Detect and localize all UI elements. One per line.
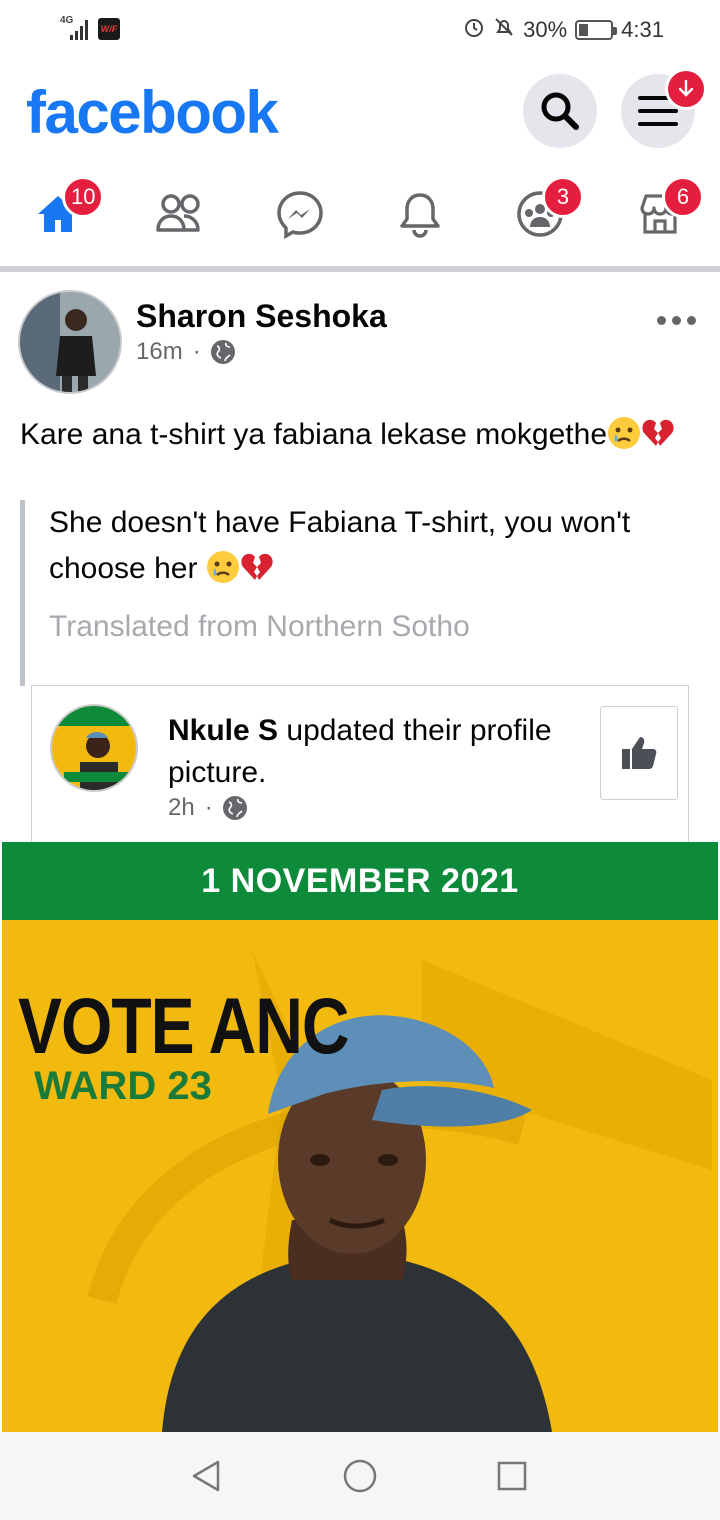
post-time[interactable]: 16m [136, 338, 183, 366]
recents-icon[interactable] [492, 1456, 532, 1496]
divider [0, 266, 720, 272]
crying-face-emoji [608, 417, 641, 449]
clock: 4:31 [621, 17, 664, 42]
tab-friends[interactable] [150, 184, 210, 244]
status-bar: 4G W/F 30% 4:31 [0, 0, 720, 60]
shared-author-name[interactable]: Nkule S [168, 714, 278, 747]
author-avatar[interactable] [18, 290, 122, 394]
poster-ward: WARD 23 [34, 1064, 212, 1108]
download-arrow-icon [678, 79, 694, 97]
home-circle-icon[interactable] [340, 1456, 380, 1496]
marketplace-badge: 6 [662, 176, 704, 218]
shared-post-time[interactable]: 2h [168, 794, 195, 822]
globe-icon [210, 340, 235, 364]
shared-post-meta: 2h · [168, 794, 247, 822]
translation-text: She doesn't have Fabiana T-shirt, you wo… [49, 500, 710, 592]
update-badge [665, 68, 707, 110]
like-button[interactable] [600, 706, 678, 800]
home-badge: 10 [62, 176, 105, 218]
post-body: Kare ana t-shirt ya fabiana lekase mokge… [20, 418, 608, 451]
shared-post-card[interactable]: Nkule S updated their profile picture. 2… [31, 685, 689, 845]
dot-separator: · [192, 338, 201, 365]
search-icon [541, 92, 579, 130]
tab-notifications[interactable] [390, 184, 450, 244]
system-navigation-bar [0, 1432, 720, 1520]
post-author-name[interactable]: Sharon Seshoka [136, 298, 387, 335]
crying-face-emoji [206, 551, 239, 583]
app-header: facebook [0, 68, 720, 160]
more-options-icon[interactable] [657, 316, 696, 325]
globe-icon [222, 796, 247, 820]
tab-bar: 10 3 6 [0, 174, 720, 264]
battery-percent: 30% [523, 17, 568, 42]
facebook-logo[interactable]: facebook [26, 78, 279, 147]
tab-marketplace[interactable]: 6 [630, 176, 704, 244]
shared-author-avatar[interactable] [50, 704, 138, 792]
post-image[interactable]: 1 NOVEMBER 2021 VOTE ANC WARD 23 [2, 842, 718, 1432]
friends-icon [156, 194, 200, 232]
translation-note[interactable]: Translated from Northern Sotho [49, 610, 710, 644]
post-meta: 16m · [136, 338, 235, 366]
broken-heart-emoji [241, 553, 273, 580]
tab-messenger[interactable] [270, 184, 330, 244]
broken-heart-emoji [642, 419, 674, 446]
bell-icon [400, 193, 440, 238]
battery-icon [575, 20, 618, 40]
tab-home[interactable]: 10 [28, 176, 105, 244]
search-button[interactable] [523, 74, 597, 148]
dot-separator: · [204, 794, 213, 821]
shared-post-text: Nkule S updated their profile picture. [168, 710, 608, 794]
post-text: Kare ana t-shirt ya fabiana lekase mokge… [20, 416, 700, 454]
app-notification-icon: W/F [98, 18, 120, 40]
poster-headline: VOTE ANC [18, 981, 350, 1070]
mute-icon [493, 16, 515, 44]
poster-date: 1 NOVEMBER 2021 [201, 861, 519, 900]
alarm-icon [463, 16, 485, 44]
translation-body: She doesn't have Fabiana T-shirt, you wo… [49, 506, 631, 585]
thumbs-up-icon [622, 737, 657, 769]
menu-button[interactable] [621, 68, 707, 148]
groups-badge: 3 [542, 176, 584, 218]
back-icon[interactable] [186, 1456, 226, 1496]
messenger-icon [277, 191, 323, 239]
translation-block: She doesn't have Fabiana T-shirt, you wo… [20, 500, 710, 686]
signal-icon: 4G [60, 16, 90, 42]
poster-date-band: 1 NOVEMBER 2021 [2, 842, 718, 920]
tab-groups[interactable]: 3 [510, 176, 584, 244]
